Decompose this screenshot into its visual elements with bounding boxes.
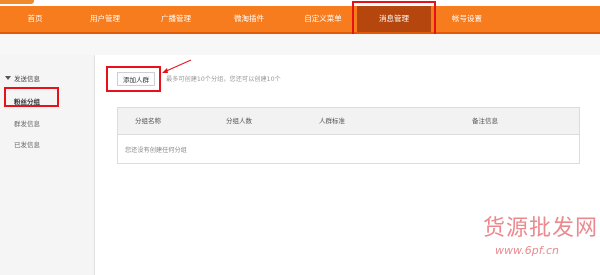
main-content [96,55,600,275]
logo-fragment [0,0,34,4]
content-top-band [0,34,600,55]
group-limit-hint: 最多可创建10个分组，您还可以创建10个 [166,76,281,83]
empty-state-text: 您还没有创建任何分组 [125,147,187,154]
nav-item-custom-menu[interactable]: 自定义菜单 [296,6,350,32]
table-header: 分组名称 分组人数 人群标准 备注信息 [118,108,579,135]
main-nav: 首页 用户管理 广播管理 微淘插件 自定义菜单 消息管理 帐号设置 [0,1,600,37]
column-header-group-size: 分组人数 [226,117,252,125]
sidebar-item-sent-messages[interactable]: 已发信息 [14,139,40,149]
column-header-group-name: 分组名称 [135,117,161,125]
nav-item-message-management[interactable]: 消息管理 [352,1,436,37]
collapse-triangle-icon [5,76,11,80]
sidebar-group-label: 发送信息 [14,75,40,83]
nav-item-home[interactable]: 首页 [17,6,53,32]
nav-item-weitao-plugin[interactable]: 微淘插件 [226,6,272,32]
sidebar-highlight-box [4,87,59,107]
column-header-notes: 备注信息 [472,117,498,125]
nav-item-account-settings[interactable]: 帐号设置 [444,6,490,32]
nav-item-broadcast-management[interactable]: 广播管理 [153,6,199,32]
watermark-url: www.6pf.cn [495,244,559,257]
nav-item-user-management[interactable]: 用户管理 [82,6,128,32]
groups-table: 分组名称 分组人数 人群标准 备注信息 您还没有创建任何分组 [117,107,580,164]
column-header-criteria: 人群标准 [319,117,345,125]
sidebar-item-mass-messages[interactable]: 群发信息 [14,118,40,128]
watermark-chinese: 货源批发网 [483,216,599,241]
sidebar-group-send-info[interactable]: 发送信息 [5,73,40,83]
add-button-highlight-box [106,66,161,92]
